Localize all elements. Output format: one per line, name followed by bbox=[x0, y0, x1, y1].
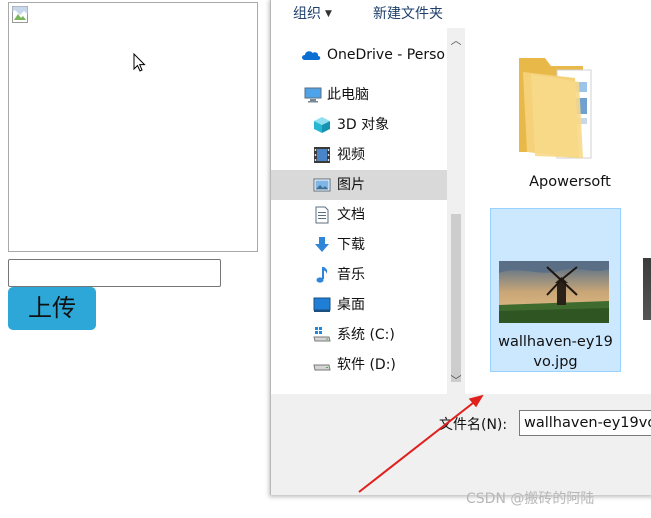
nav-item-software-drive[interactable]: 软件 (D:) bbox=[271, 350, 447, 380]
nav-item-label: 图片 bbox=[337, 177, 365, 193]
nav-item-label: 文档 bbox=[337, 207, 365, 223]
nav-item-label: 此电脑 bbox=[327, 87, 369, 103]
nav-item-pictures[interactable]: 图片 bbox=[271, 170, 447, 200]
music-icon bbox=[316, 267, 328, 283]
documents-icon bbox=[315, 206, 329, 224]
chevron-down-icon: ▼ bbox=[325, 9, 332, 19]
nav-item-music[interactable]: 音乐 bbox=[271, 260, 447, 290]
file-list-pane: Apowersoft wallhaven-ey19 vo.jpg bbox=[465, 28, 651, 394]
nav-item-downloads[interactable]: 下载 bbox=[271, 230, 447, 260]
organize-menu-button[interactable]: 组织 ▼ bbox=[293, 3, 332, 23]
folder-icon bbox=[519, 58, 592, 159]
filename-input[interactable]: wallhaven-ey19vo bbox=[519, 410, 651, 436]
nav-item-label: OneDrive - Perso bbox=[327, 47, 445, 63]
video-icon bbox=[314, 147, 330, 163]
file-name-line: wallhaven-ey19 bbox=[498, 334, 613, 350]
nav-item-documents[interactable]: 文档 bbox=[271, 200, 447, 230]
download-icon bbox=[315, 237, 329, 252]
filename-label: 文件名(N): bbox=[439, 417, 508, 433]
onedrive-cloud-icon bbox=[302, 51, 321, 60]
nav-item-system-drive[interactable]: 系统 (C:) bbox=[271, 320, 447, 350]
image-thumbnail bbox=[499, 261, 609, 323]
file-name-line: vo.jpg bbox=[533, 354, 578, 370]
nav-item-label: 桌面 bbox=[337, 297, 365, 313]
open-file-dialog: 组织 ▼ 新建文件夹 OneDrive - Perso 此电脑 3D 对象 视频 bbox=[270, 0, 651, 495]
scrollbar-thumb[interactable] bbox=[451, 214, 461, 382]
nav-item-onedrive[interactable]: OneDrive - Perso bbox=[271, 40, 447, 70]
screenshot: 上传 组织 ▼ 新建文件夹 OneDrive - Perso 此电脑 3D 对象 bbox=[0, 0, 651, 518]
new-folder-button[interactable]: 新建文件夹 bbox=[373, 3, 443, 23]
navigation-pane: OneDrive - Perso 此电脑 3D 对象 视频 图片 文档 下载 音… bbox=[271, 34, 447, 392]
pictures-icon bbox=[313, 178, 331, 192]
system-drive-icon bbox=[313, 327, 331, 342]
folder-item-apowersoft[interactable]: Apowersoft bbox=[495, 42, 615, 192]
broken-image-icon bbox=[12, 6, 28, 23]
navigation-scrollbar[interactable]: ︿ ﹀ bbox=[447, 28, 465, 394]
folder-name: Apowersoft bbox=[529, 174, 611, 190]
nav-item-label: 下载 bbox=[337, 237, 365, 253]
scroll-up-icon[interactable]: ︿ bbox=[447, 32, 465, 50]
image-preview-box bbox=[8, 2, 258, 252]
organize-label: 组织 bbox=[293, 6, 321, 22]
mouse-pointer-icon bbox=[133, 53, 146, 72]
nav-item-label: 音乐 bbox=[337, 267, 365, 283]
nav-item-videos[interactable]: 视频 bbox=[271, 140, 447, 170]
3d-objects-icon bbox=[314, 117, 330, 133]
desktop-icon bbox=[313, 297, 331, 312]
file-name: wallhaven-ey19 vo.jpg bbox=[491, 332, 620, 372]
partial-file-thumbnail[interactable] bbox=[643, 258, 651, 320]
nav-item-label: 3D 对象 bbox=[337, 117, 390, 133]
computer-icon bbox=[304, 87, 322, 103]
nav-item-label: 系统 (C:) bbox=[337, 327, 395, 343]
dialog-footer: 文件名(N): wallhaven-ey19vo bbox=[271, 394, 651, 495]
watermark: CSDN @搬砖的阿陆 bbox=[466, 491, 595, 507]
file-item-selected[interactable]: wallhaven-ey19 vo.jpg bbox=[490, 208, 621, 372]
file-path-input[interactable] bbox=[8, 259, 221, 287]
nav-item-3d-objects[interactable]: 3D 对象 bbox=[271, 110, 447, 140]
nav-item-desktop[interactable]: 桌面 bbox=[271, 290, 447, 320]
nav-item-label: 软件 (D:) bbox=[337, 357, 396, 373]
nav-item-label: 视频 bbox=[337, 147, 365, 163]
scroll-down-icon[interactable]: ﹀ bbox=[447, 372, 465, 390]
upload-button[interactable]: 上传 bbox=[8, 287, 96, 330]
nav-item-this-pc[interactable]: 此电脑 bbox=[271, 80, 447, 110]
dialog-toolbar: 组织 ▼ 新建文件夹 bbox=[271, 0, 651, 28]
drive-icon bbox=[313, 364, 331, 371]
